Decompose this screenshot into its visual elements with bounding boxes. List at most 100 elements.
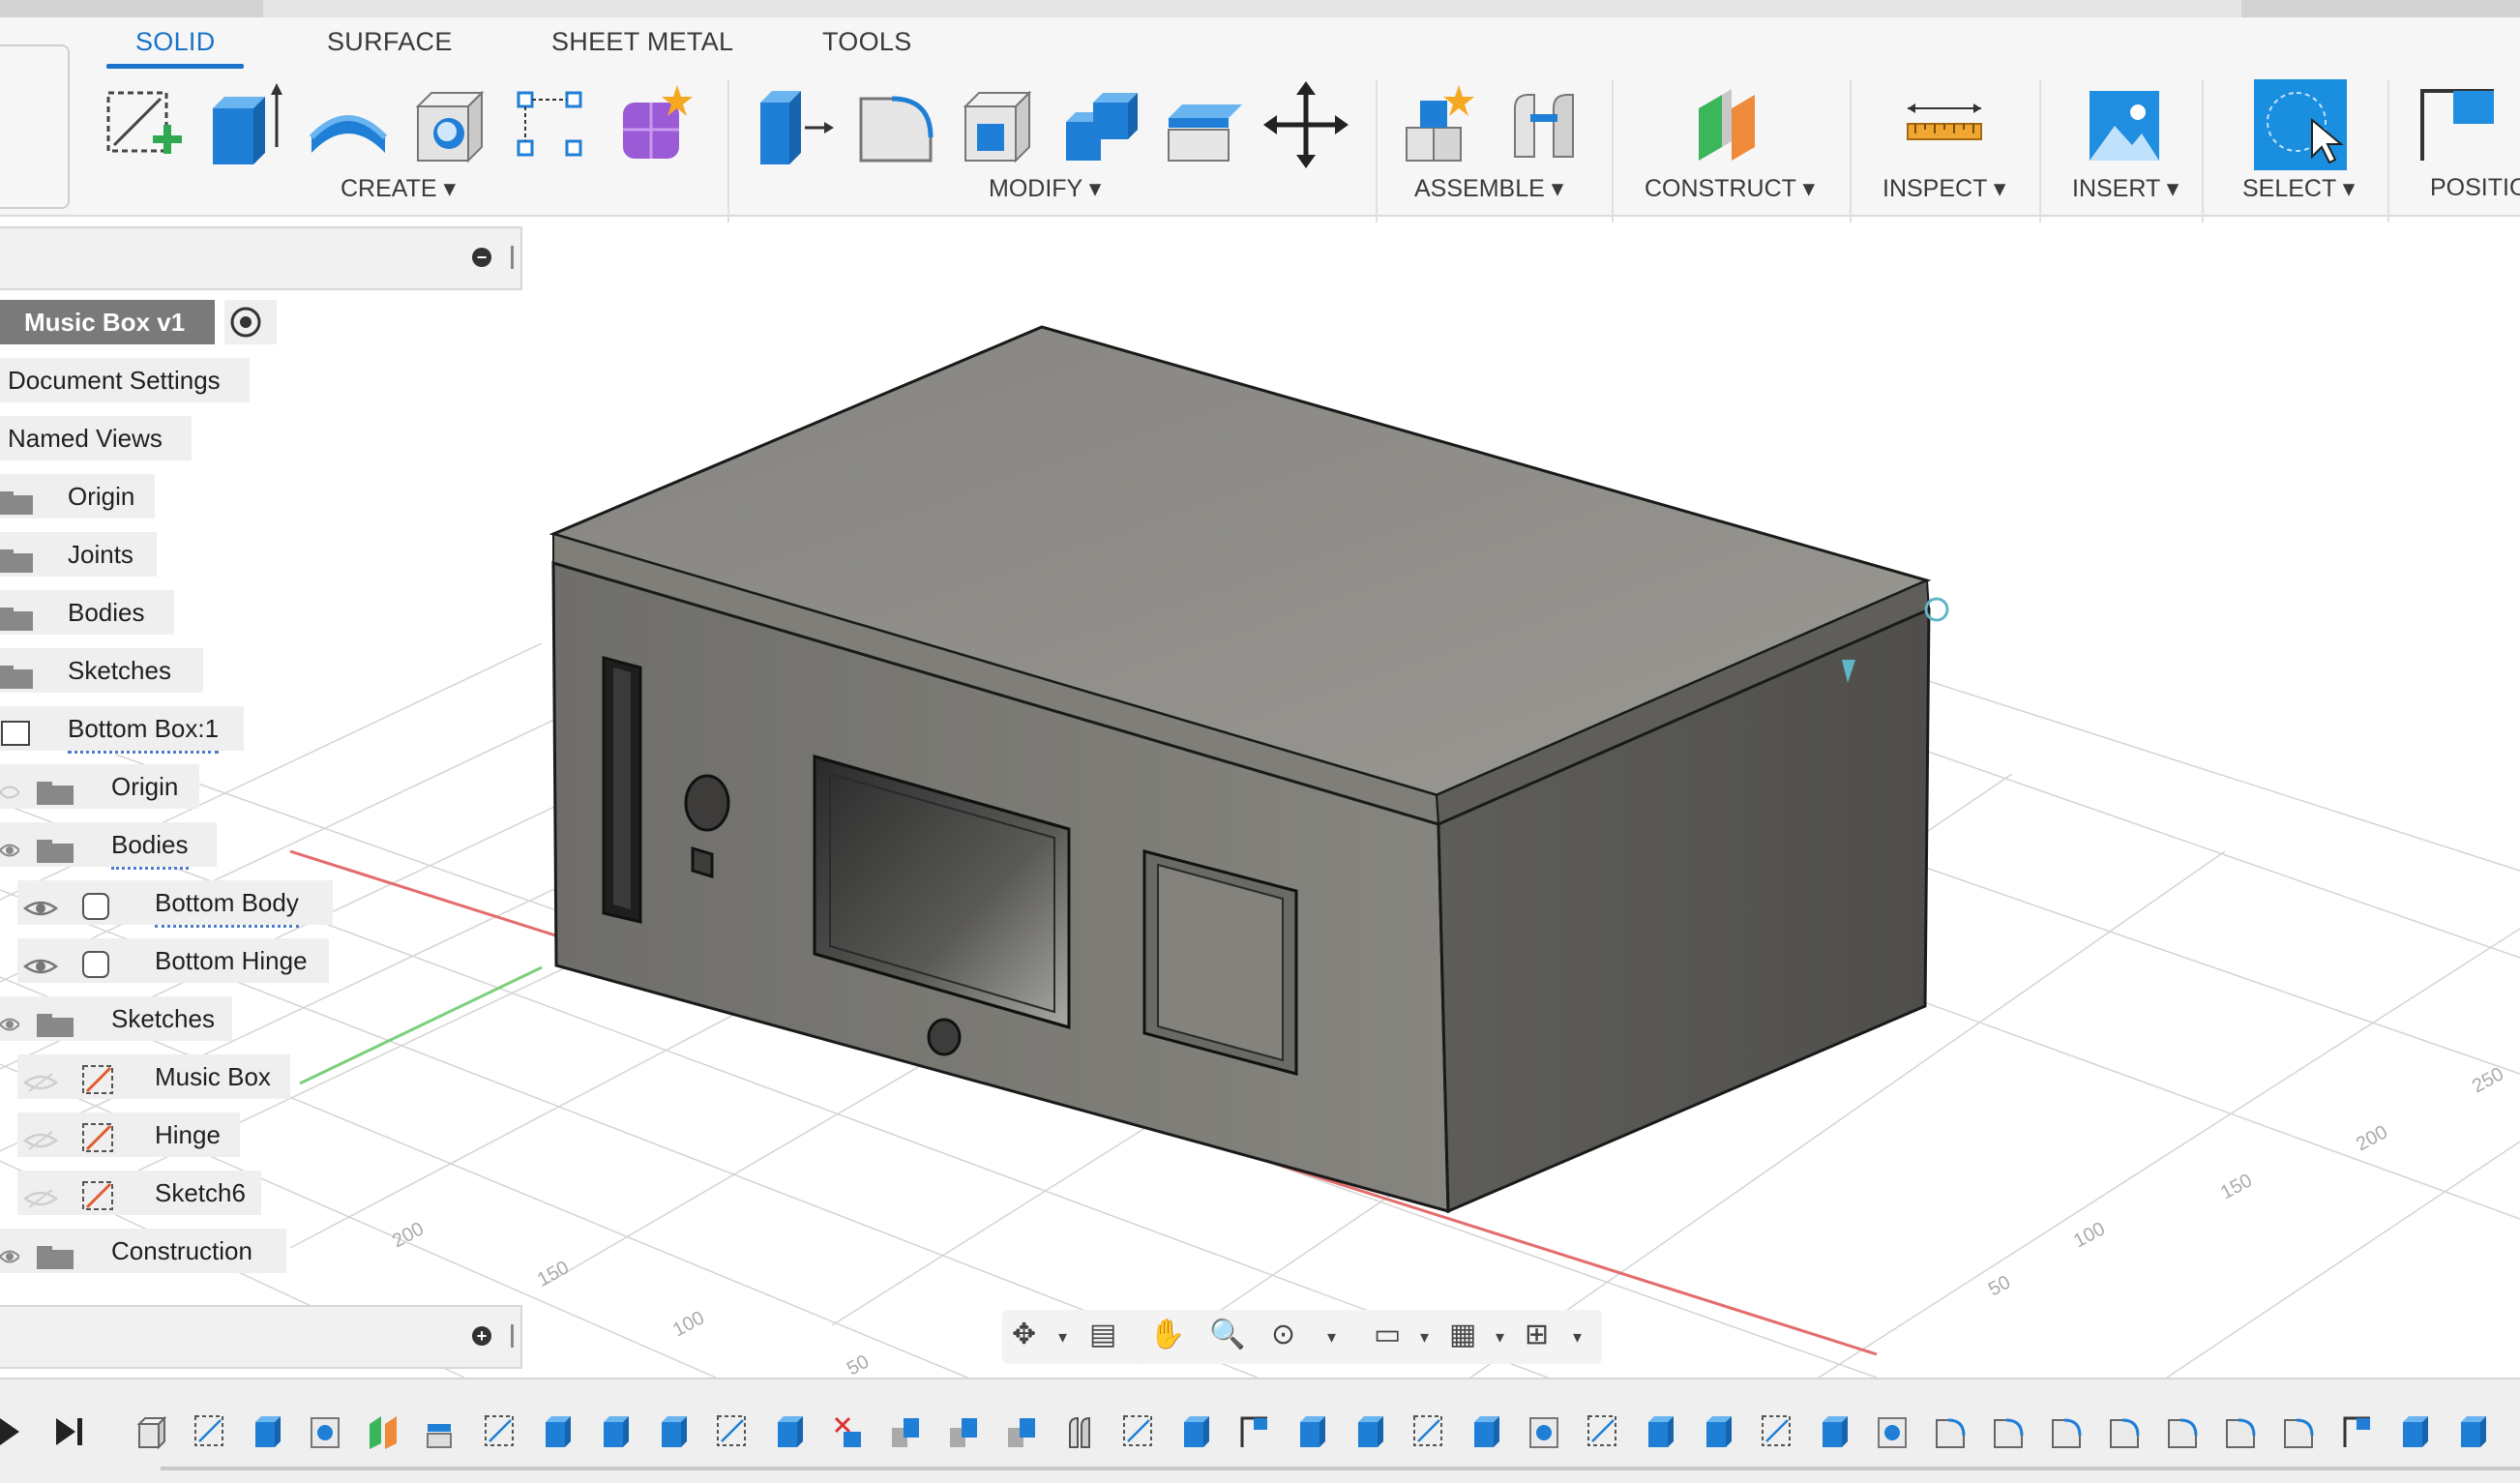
timeline-feature-sketch-icon [1413, 1415, 1442, 1446]
press-pull-icon[interactable] [751, 79, 836, 170]
separator [1612, 79, 1614, 222]
browser-item-bottom-sketches[interactable]: Sketches [0, 996, 232, 1041]
chevron-down-icon[interactable]: ▾ [1496, 1327, 1504, 1348]
chevron-down-icon[interactable]: ▾ [1058, 1327, 1067, 1348]
browser-root[interactable]: Music Box v1 [0, 300, 215, 344]
timeline-feature-sketch-icon [1762, 1415, 1791, 1446]
separator [1850, 79, 1852, 222]
modify-menu[interactable]: MODIFY ▾ [989, 174, 1101, 203]
timeline-feature-ext-icon [1706, 1416, 1732, 1447]
tab-surface[interactable]: SURFACE [327, 27, 453, 57]
timeline-feature-plane-icon [370, 1416, 397, 1449]
play-icon[interactable] [0, 1414, 23, 1449]
position-icon[interactable] [2415, 79, 2500, 170]
browser-item-sketch6[interactable]: Sketch6 [17, 1171, 261, 1215]
collapse-browser-icon[interactable]: − [472, 248, 491, 267]
create-menu[interactable]: CREATE ▾ [341, 174, 456, 203]
zoom-icon[interactable]: 🔍 [1209, 1318, 1245, 1351]
pan-icon[interactable]: ✋ [1149, 1318, 1185, 1351]
orbit-icon[interactable]: ✥ [1012, 1318, 1036, 1351]
browser-item-sketches[interactable]: Sketches [0, 648, 203, 693]
hole-icon[interactable] [408, 79, 493, 170]
timeline-track[interactable] [161, 1467, 2520, 1470]
chevron-down-icon[interactable]: ▾ [1420, 1327, 1429, 1348]
fillet-icon[interactable] [853, 79, 938, 170]
browser-item-origin[interactable]: Origin [0, 474, 155, 519]
grid-label: 100 [669, 1307, 708, 1341]
browser-item-bottom-hinge[interactable]: Bottom Hinge [17, 938, 329, 983]
eye-icon[interactable] [0, 832, 21, 876]
folder-icon [0, 658, 35, 702]
browser-item-bodies[interactable]: Bodies [0, 590, 174, 635]
create-form-icon[interactable] [613, 79, 698, 170]
timeline-feature-fil-icon [1994, 1418, 2024, 1448]
browser-item-bottom-body[interactable]: Bottom Body [17, 880, 333, 928]
pattern-icon[interactable] [511, 79, 596, 170]
move-copy-icon[interactable] [1263, 79, 1349, 170]
offset-face-icon[interactable] [1161, 79, 1246, 170]
browser-item-component-bottom-box[interactable]: Bottom Box:1 [0, 706, 244, 754]
tab-sheet-metal[interactable]: SHEET METAL [551, 27, 733, 57]
extrude-icon[interactable] [203, 79, 288, 170]
tab-tools[interactable]: TOOLS [822, 27, 912, 57]
display-settings-icon[interactable]: ▭ [1374, 1318, 1401, 1351]
timeline-feature-comb-icon [892, 1418, 919, 1447]
chevron-down-icon[interactable]: ▾ [1573, 1327, 1582, 1348]
separator [2039, 79, 2041, 222]
timeline-feature-ext-icon [1358, 1416, 1383, 1447]
construct-menu[interactable]: CONSTRUCT ▾ [1645, 174, 1815, 203]
grid-label: 200 [389, 1218, 428, 1252]
browser-item-joints[interactable]: Joints [0, 532, 157, 577]
workspace-switcher[interactable] [0, 44, 70, 209]
browser-item-bottom-bodies[interactable]: Bodies [0, 822, 217, 870]
expand-comments-icon[interactable]: + [472, 1326, 491, 1346]
revolve-icon[interactable] [306, 79, 391, 170]
browser-item-sketch-music-box[interactable]: Music Box [17, 1054, 290, 1099]
skip-end-icon[interactable] [54, 1414, 87, 1449]
eye-icon[interactable] [0, 1238, 21, 1283]
timeline-features[interactable] [135, 1409, 2520, 1457]
browser-item-bottom-origin[interactable]: Origin [0, 764, 199, 809]
browser-header: − [0, 226, 522, 290]
select-menu[interactable]: SELECT ▾ [2242, 174, 2355, 203]
measure-icon[interactable] [1902, 79, 1987, 170]
combine-icon[interactable] [1058, 79, 1143, 170]
viewports-icon[interactable]: ⊞ [1525, 1318, 1549, 1351]
eye-icon[interactable] [22, 890, 59, 934]
activate-component[interactable] [224, 300, 277, 344]
insert-image-icon[interactable] [2082, 79, 2167, 170]
eye-icon[interactable] [22, 948, 59, 993]
browser-item-sketch-hinge[interactable]: Hinge [17, 1112, 240, 1157]
new-component-icon[interactable] [1399, 79, 1484, 170]
chevron-down-icon[interactable]: ▾ [1327, 1327, 1336, 1348]
panel-grip[interactable] [511, 1324, 514, 1348]
assemble-menu[interactable]: ASSEMBLE ▾ [1414, 174, 1563, 203]
offset-plane-icon[interactable] [1689, 79, 1774, 170]
create-sketch-icon[interactable] [101, 79, 186, 170]
shell-icon[interactable] [956, 79, 1041, 170]
canvas-viewport[interactable]: 50 100 150 200 250 50 100 150 200 [0, 217, 2520, 1378]
look-at-icon[interactable]: ▤ [1089, 1318, 1116, 1351]
folder-icon [0, 484, 35, 528]
timeline-feature-hole-icon [1878, 1417, 1907, 1448]
folder-icon [37, 1238, 75, 1283]
tab-solid[interactable]: SOLID [135, 27, 216, 57]
browser-item-construction[interactable]: Construction [0, 1229, 286, 1273]
eye-icon[interactable] [0, 1006, 21, 1051]
eye-icon[interactable] [0, 774, 21, 818]
grid-label: 250 [2469, 1063, 2507, 1097]
eye-hidden-icon[interactable] [22, 1180, 59, 1225]
grid-settings-icon[interactable]: ▦ [1449, 1318, 1476, 1351]
position-menu[interactable]: POSITIO [2430, 174, 2520, 202]
insert-menu[interactable]: INSERT ▾ [2072, 174, 2179, 203]
eye-hidden-icon[interactable] [22, 1064, 59, 1109]
browser-item-document-settings[interactable]: Document Settings [0, 358, 250, 402]
eye-hidden-icon[interactable] [22, 1122, 59, 1167]
inspect-menu[interactable]: INSPECT ▾ [1883, 174, 2005, 203]
folder-icon [0, 600, 35, 644]
panel-grip[interactable] [511, 246, 514, 269]
fit-icon[interactable]: ⊙ [1271, 1318, 1295, 1351]
select-icon[interactable] [2254, 79, 2347, 170]
browser-item-named-views[interactable]: Named Views [0, 416, 192, 460]
joint-icon[interactable] [1501, 79, 1586, 170]
